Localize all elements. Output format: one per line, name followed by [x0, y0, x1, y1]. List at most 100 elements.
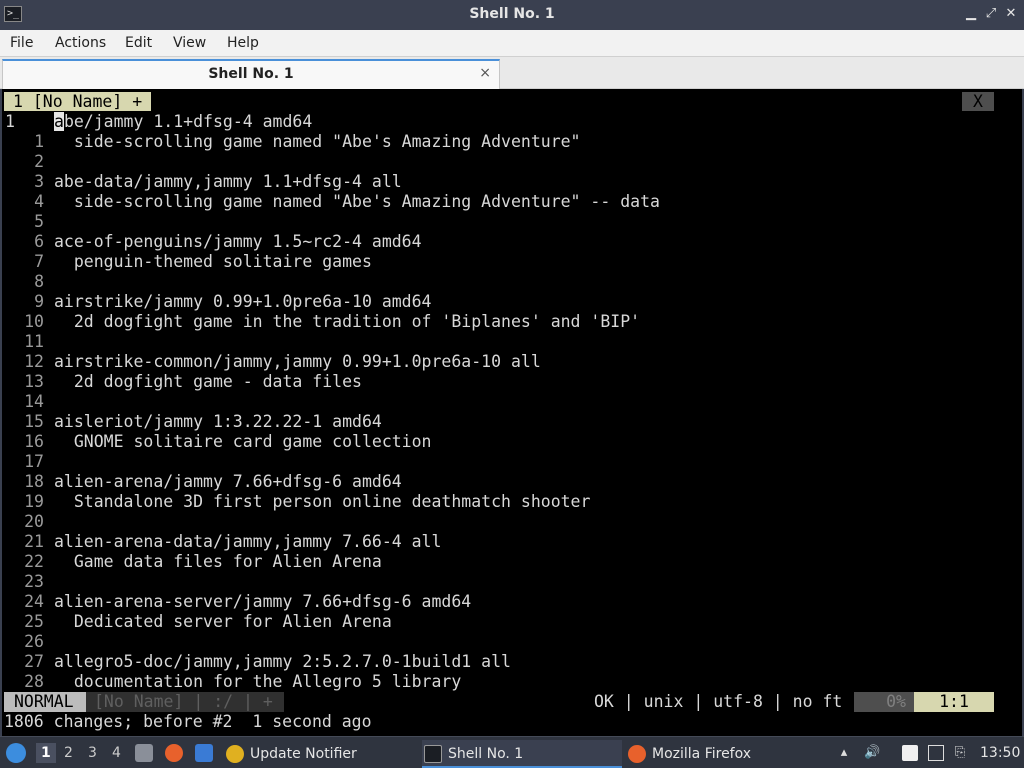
- clipboard-icon[interactable]: [902, 745, 918, 761]
- buffer-line[interactable]: 28 documentation for the Allegro 5 libra…: [2, 672, 1022, 692]
- close-icon[interactable]: ✕: [1002, 5, 1020, 23]
- clock: 13:50: [980, 745, 1021, 761]
- buffer-line[interactable]: 26: [2, 632, 1022, 652]
- notification-icon[interactable]: ⎘: [952, 745, 968, 761]
- line-text: airstrike/jammy 0.99+1.0pre6a-10 amd64: [54, 292, 432, 311]
- buffer-line[interactable]: 9 airstrike/jammy 0.99+1.0pre6a-10 amd64: [2, 292, 1022, 312]
- desktop-icon[interactable]: [195, 744, 213, 762]
- minimize-icon[interactable]: ▁: [962, 5, 980, 23]
- line-text: airstrike-common/jammy,jammy 0.99+1.0pre…: [54, 352, 541, 371]
- vim-tab-close-button[interactable]: X: [962, 92, 994, 111]
- line-text: 2d dogfight game in the tradition of 'Bi…: [54, 312, 641, 331]
- buffer-line[interactable]: 20: [2, 512, 1022, 532]
- file-info: OK | unix | utf-8 | no ft: [594, 692, 843, 711]
- menu-file[interactable]: File: [10, 35, 33, 51]
- line-number: 15: [24, 412, 44, 431]
- workspace-3[interactable]: 3: [88, 745, 97, 761]
- terminal-icon: [424, 745, 442, 763]
- line-number: 23: [24, 572, 44, 591]
- buffer-line[interactable]: 25 Dedicated server for Alien Arena: [2, 612, 1022, 632]
- line-number: 20: [24, 512, 44, 531]
- buffer-line[interactable]: 18 alien-arena/jammy 7.66+dfsg-6 amd64: [2, 472, 1022, 492]
- buffer-line[interactable]: 6 ace-of-penguins/jammy 1.5~rc2-4 amd64: [2, 232, 1022, 252]
- terminal-area[interactable]: 1 [No Name] + X 1 abe/jammy 1.1+dfsg-4 am…: [0, 89, 1024, 736]
- buffer-line[interactable]: 22 Game data files for Alien Arena: [2, 552, 1022, 572]
- network-icon[interactable]: [928, 745, 944, 761]
- line-text: penguin-themed solitaire games: [54, 252, 372, 271]
- line-number: 7: [34, 252, 44, 271]
- task-mozilla-firefox[interactable]: Mozilla Firefox: [626, 740, 751, 768]
- menu-view[interactable]: View: [173, 35, 206, 51]
- line-text: side-scrolling game named "Abe's Amazing…: [54, 132, 581, 151]
- line-text: ace-of-penguins/jammy 1.5~rc2-4 amd64: [54, 232, 422, 251]
- title-bar: >_ Shell No. 1 ▁ ⤢ ✕: [0, 0, 1024, 30]
- line-number: 18: [24, 472, 44, 491]
- buffer-line[interactable]: 4 side-scrolling game named "Abe's Amazi…: [2, 192, 1022, 212]
- line-number: 21: [24, 532, 44, 551]
- line-number: 13: [24, 372, 44, 391]
- menu-actions[interactable]: Actions: [55, 35, 106, 51]
- buffer-line[interactable]: 7 penguin-themed solitaire games: [2, 252, 1022, 272]
- firefox-launcher-icon[interactable]: [165, 744, 183, 762]
- menu-edit[interactable]: Edit: [125, 35, 152, 51]
- workspace-4[interactable]: 4: [112, 745, 121, 761]
- line-number: 14: [24, 392, 44, 411]
- task-label: Update Notifier: [250, 746, 357, 762]
- tab-shell-1[interactable]: Shell No. 1 ×: [2, 59, 500, 89]
- buffer-line[interactable]: 10 2d dogfight game in the tradition of …: [2, 312, 1022, 332]
- buffer-line[interactable]: 1 abe/jammy 1.1+dfsg-4 amd64: [2, 112, 1022, 132]
- scroll-up-icon[interactable]: ▴: [836, 745, 852, 761]
- cursor-position: 1:1: [914, 692, 994, 712]
- window-title: Shell No. 1: [469, 6, 555, 22]
- maximize-icon[interactable]: ⤢: [982, 5, 1000, 23]
- buffer-line[interactable]: 11: [2, 332, 1022, 352]
- line-text: aisleriot/jammy 1:3.22.22-1 amd64: [54, 412, 382, 431]
- line-text: documentation for the Allegro 5 library: [54, 672, 462, 691]
- task-label: Mozilla Firefox: [652, 746, 752, 762]
- line-text: alien-arena/jammy 7.66+dfsg-6 amd64: [54, 472, 402, 491]
- buffer-line[interactable]: 13 2d dogfight game - data files: [2, 372, 1022, 392]
- line-number: 28: [24, 672, 44, 691]
- taskbar: 1 2 3 4 Update Notifier Shell No. 1 Mozi…: [0, 736, 1024, 768]
- task-shell-no-1[interactable]: Shell No. 1: [422, 740, 622, 768]
- line-number: 22: [24, 552, 44, 571]
- buffer-line[interactable]: 3 abe-data/jammy,jammy 1.1+dfsg-4 all: [2, 172, 1022, 192]
- file-manager-icon[interactable]: [135, 744, 153, 762]
- buffer-line[interactable]: 23: [2, 572, 1022, 592]
- buffer-line[interactable]: 27 allegro5-doc/jammy,jammy 2:5.2.7.0-1bu…: [2, 652, 1022, 672]
- tab-bar: Shell No. 1 ×: [0, 57, 1024, 89]
- buffer-line[interactable]: 21 alien-arena-data/jammy,jammy 7.66-4 al…: [2, 532, 1022, 552]
- line-text: abe-data/jammy,jammy 1.1+dfsg-4 all: [54, 172, 402, 191]
- tab-close-icon[interactable]: ×: [479, 65, 491, 81]
- line-number: 2: [34, 152, 44, 171]
- line-text: GNOME solitaire card game collection: [54, 432, 432, 451]
- vim-buffer[interactable]: 1 abe/jammy 1.1+dfsg-4 amd64 1 side-scroll…: [2, 112, 1022, 692]
- workspace-1[interactable]: 1: [36, 743, 56, 763]
- task-update-notifier[interactable]: Update Notifier: [224, 740, 357, 768]
- buffer-line[interactable]: 19 Standalone 3D first person online dea…: [2, 492, 1022, 512]
- buffer-line[interactable]: 2: [2, 152, 1022, 172]
- update-notifier-icon: [226, 745, 244, 763]
- volume-icon[interactable]: 🔊: [864, 745, 880, 761]
- menu-help[interactable]: Help: [227, 35, 259, 51]
- line-number: 9: [34, 292, 44, 311]
- buffer-line[interactable]: 24 alien-arena-server/jammy 7.66+dfsg-6 a…: [2, 592, 1022, 612]
- buffer-line[interactable]: 14: [2, 392, 1022, 412]
- mode-indicator: NORMAL: [4, 692, 86, 712]
- line-number: 24: [24, 592, 44, 611]
- start-menu-icon[interactable]: [6, 743, 26, 763]
- buffer-line[interactable]: 8: [2, 272, 1022, 292]
- vim-tab[interactable]: 1 [No Name] +: [4, 92, 152, 111]
- buffer-line[interactable]: 16 GNOME solitaire card game collection: [2, 432, 1022, 452]
- line-text: 2d dogfight game - data files: [54, 372, 362, 391]
- buffer-line[interactable]: 15 aisleriot/jammy 1:3.22.22-1 amd64: [2, 412, 1022, 432]
- line-number: 6: [34, 232, 44, 251]
- line-text: alien-arena-data/jammy,jammy 7.66-4 all: [54, 532, 442, 551]
- buffer-line[interactable]: 1 side-scrolling game named "Abe's Amazi…: [2, 132, 1022, 152]
- line-number: 5: [34, 212, 44, 231]
- line-text: Game data files for Alien Arena: [54, 552, 382, 571]
- workspace-2[interactable]: 2: [64, 745, 73, 761]
- buffer-line[interactable]: 17: [2, 452, 1022, 472]
- buffer-line[interactable]: 12 airstrike-common/jammy,jammy 0.99+1.0p…: [2, 352, 1022, 372]
- buffer-line[interactable]: 5: [2, 212, 1022, 232]
